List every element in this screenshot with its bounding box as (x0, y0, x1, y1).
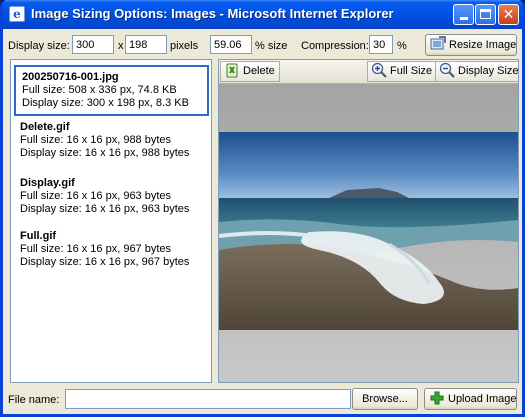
preview-panel: Delete Full Size Display Size (218, 59, 519, 383)
display-size-label-btn: Display Size (458, 65, 519, 77)
resize-icon (430, 36, 446, 52)
upload-image-button[interactable]: Upload Image (424, 388, 517, 410)
display-size-label: Display size: (8, 40, 70, 52)
file-full-size: Full size: 16 x 16 px, 963 bytes (20, 190, 172, 202)
width-input[interactable] (72, 35, 114, 54)
display-size-button[interactable]: Display Size (435, 61, 519, 82)
zoom-out-icon (439, 62, 455, 78)
file-name: Full.gif (20, 230, 57, 242)
pixels-label: pixels (170, 40, 199, 52)
plus-icon (429, 390, 445, 406)
size-toolbar: Display size: x pixels % size Compressio… (3, 31, 522, 57)
file-full-size: Full size: 16 x 16 px, 988 bytes (20, 134, 172, 146)
file-name: Display.gif (20, 177, 75, 189)
image-preview-area (219, 84, 518, 382)
browse-button[interactable]: Browse... (352, 388, 418, 410)
beach-photo (219, 132, 518, 330)
file-display-size: Display size: 16 x 16 px, 963 bytes (20, 203, 190, 215)
maximize-icon (480, 9, 491, 19)
file-item[interactable]: Full.gif Full size: 16 x 16 px, 967 byte… (14, 226, 209, 273)
compression-unit: % (397, 40, 407, 52)
ie-page-icon: e (9, 6, 25, 22)
delete-label: Delete (243, 65, 275, 77)
maximize-button[interactable] (475, 4, 496, 25)
file-name-input[interactable] (65, 389, 351, 409)
minimize-icon (459, 17, 468, 20)
file-item-selected[interactable]: 200250716-001.jpg Full size: 508 x 336 p… (14, 65, 209, 116)
resize-image-button[interactable]: Resize Image (425, 34, 517, 56)
file-list[interactable]: 200250716-001.jpg Full size: 508 x 336 p… (10, 59, 212, 383)
file-full-size: Full size: 508 x 336 px, 74.8 KB (22, 84, 177, 96)
file-display-size: Display size: 300 x 198 px, 8.3 KB (22, 97, 189, 109)
minimize-button[interactable] (453, 4, 474, 25)
delete-icon (224, 62, 240, 78)
file-item[interactable]: Delete.gif Full size: 16 x 16 px, 988 by… (14, 117, 209, 164)
upload-image-label: Upload Image (448, 393, 517, 405)
close-button[interactable]: ✕ (498, 4, 519, 25)
file-full-size: Full size: 16 x 16 px, 967 bytes (20, 243, 172, 255)
upload-footer: File name: Browse... Upload Image (3, 385, 522, 413)
delete-button[interactable]: Delete (220, 61, 280, 82)
resize-image-label: Resize Image (449, 39, 517, 51)
full-size-label: Full Size (390, 65, 433, 77)
title-bar[interactable]: e Image Sizing Options: Images - Microso… (3, 0, 522, 29)
compression-input[interactable] (369, 35, 393, 54)
percent-size-label: % size (255, 40, 288, 52)
file-name: 200250716-001.jpg (22, 71, 119, 83)
window-title: Image Sizing Options: Images - Microsoft… (31, 6, 394, 21)
times-label: x (118, 40, 124, 52)
preview-toolbar: Delete Full Size Display Size (219, 60, 518, 84)
full-size-button[interactable]: Full Size (367, 61, 438, 82)
height-input[interactable] (125, 35, 167, 54)
compression-label: Compression: (301, 40, 369, 52)
percent-input[interactable] (210, 35, 252, 54)
file-name: Delete.gif (20, 121, 70, 133)
image-sizing-window: e Image Sizing Options: Images - Microso… (0, 0, 525, 417)
file-display-size: Display size: 16 x 16 px, 988 bytes (20, 147, 190, 159)
file-display-size: Display size: 16 x 16 px, 967 bytes (20, 256, 190, 268)
file-name-label: File name: (8, 394, 60, 406)
zoom-in-icon (371, 62, 387, 78)
file-item[interactable]: Display.gif Full size: 16 x 16 px, 963 b… (14, 173, 209, 220)
close-icon: ✕ (502, 6, 515, 22)
